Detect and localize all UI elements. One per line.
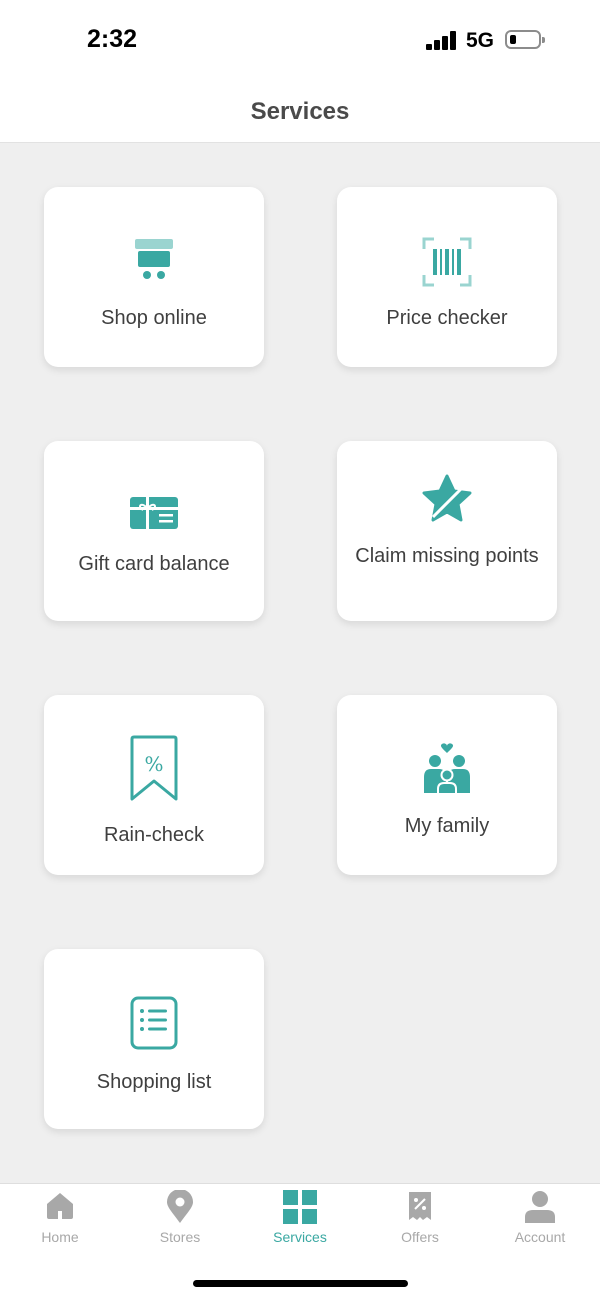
- home-icon: [0, 1190, 120, 1220]
- signal-strength-icon: [426, 30, 458, 50]
- status-bar: 2:32 5G: [0, 0, 600, 80]
- svg-text:%: %: [144, 752, 163, 776]
- card-label: Shopping list: [96, 1071, 212, 1093]
- header: Services: [0, 80, 600, 143]
- grid-icon: [240, 1190, 360, 1224]
- price-checker-card[interactable]: Price checker: [337, 187, 557, 367]
- tab-label: Stores: [159, 1229, 201, 1245]
- star-icon: [337, 473, 557, 525]
- list-icon: [44, 995, 264, 1051]
- card-label: My family: [404, 815, 490, 837]
- page-title: Services: [250, 98, 350, 125]
- home-indicator[interactable]: [193, 1280, 408, 1287]
- claim-missing-points-card[interactable]: Claim missing points: [337, 441, 557, 621]
- tab-home[interactable]: Home: [0, 1184, 120, 1254]
- percent-tag-icon: %: [44, 735, 264, 803]
- card-label: Shop online: [101, 307, 207, 329]
- card-label: Rain-check: [103, 824, 205, 846]
- rain-check-card[interactable]: % Rain-check: [44, 695, 264, 875]
- gift-card-icon: [44, 493, 264, 533]
- coupon-icon: [360, 1190, 480, 1222]
- tab-account[interactable]: Account: [480, 1184, 600, 1254]
- my-family-card[interactable]: My family: [337, 695, 557, 875]
- services-grid: Shop online Price checker Gift card bala…: [0, 143, 600, 1183]
- shopping-list-card[interactable]: Shopping list: [44, 949, 264, 1129]
- tab-stores[interactable]: Stores: [120, 1184, 240, 1254]
- barcode-icon: [337, 237, 557, 287]
- battery-icon: [505, 30, 545, 49]
- family-icon: [337, 743, 557, 795]
- network-type: 5G: [466, 29, 495, 52]
- tab-label: Services: [273, 1229, 327, 1245]
- card-label: Gift card balance: [78, 553, 230, 575]
- card-label: Price checker: [386, 307, 508, 329]
- tab-services[interactable]: Services: [240, 1184, 360, 1254]
- shop-online-card[interactable]: Shop online: [44, 187, 264, 367]
- gift-card-balance-card[interactable]: Gift card balance: [44, 441, 264, 621]
- card-label: Claim missing points: [355, 545, 539, 567]
- clock: 2:32: [87, 25, 138, 53]
- cart-icon: [44, 237, 264, 281]
- tab-label: Account: [514, 1229, 566, 1245]
- tab-label: Offers: [401, 1229, 439, 1245]
- location-pin-icon: [120, 1190, 240, 1224]
- tab-label: Home: [41, 1229, 79, 1245]
- person-icon: [480, 1190, 600, 1224]
- tab-offers[interactable]: Offers: [360, 1184, 480, 1254]
